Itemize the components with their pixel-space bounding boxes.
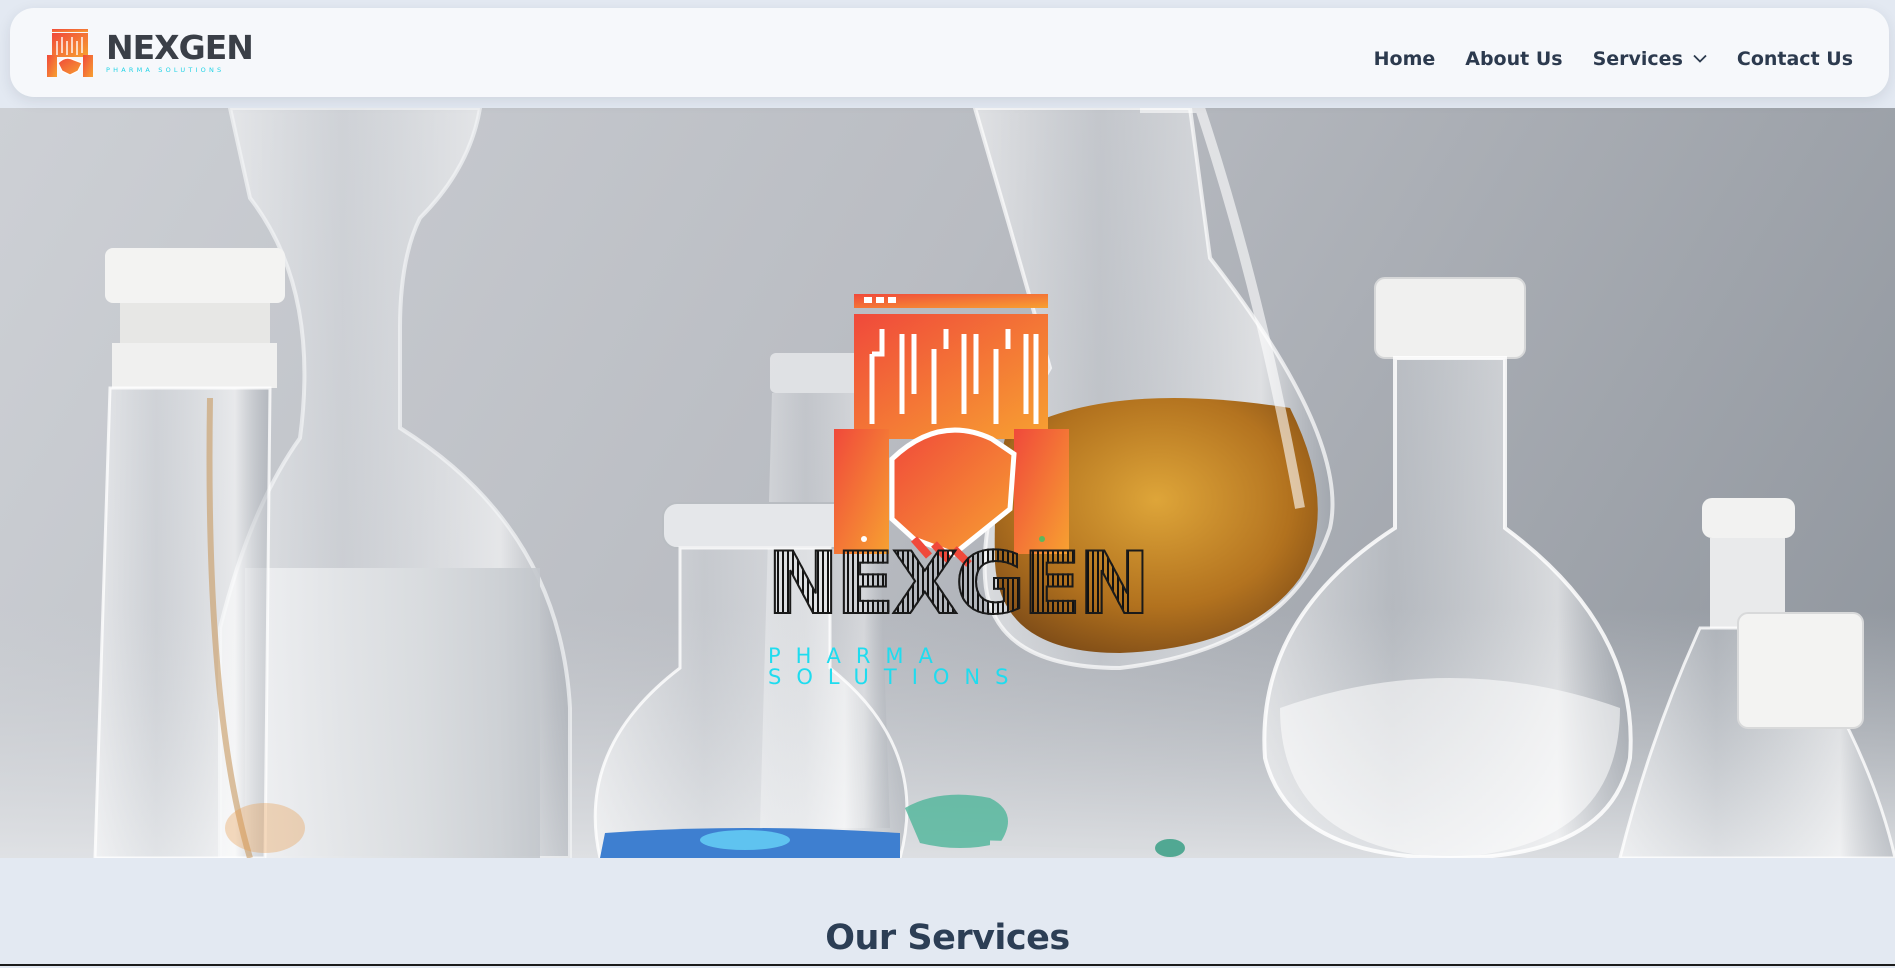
hero-brand-name: NEXGEN bbox=[766, 534, 1151, 634]
site-header: NEXGEN PHARMA SOLUTIONS Home About Us Se… bbox=[10, 8, 1889, 97]
lab-handshake-logo-icon bbox=[47, 28, 93, 77]
hero-banner: NEXGEN PHARMA SOLUTIONS bbox=[0, 108, 1895, 858]
nav-about-link[interactable]: About Us bbox=[1465, 48, 1562, 70]
nav-home-link[interactable]: Home bbox=[1374, 48, 1436, 70]
services-section-title: Our Services bbox=[825, 918, 1070, 958]
hero-brand-tagline: PHARMA SOLUTIONS bbox=[768, 644, 1024, 689]
main-nav: Home About Us Services Contact Us bbox=[1374, 48, 1853, 70]
brand-logo-link[interactable]: NEXGEN PHARMA SOLUTIONS bbox=[46, 27, 254, 79]
chevron-down-icon bbox=[1693, 54, 1707, 63]
nav-contact-label: Contact Us bbox=[1736, 47, 1853, 70]
nav-home-label: Home bbox=[1373, 47, 1436, 70]
section-divider bbox=[0, 964, 1895, 966]
nav-about-label: About Us bbox=[1465, 47, 1563, 70]
brand-name: NEXGEN bbox=[106, 28, 254, 68]
brand-tagline: PHARMA SOLUTIONS bbox=[106, 66, 225, 75]
nav-services-label: Services bbox=[1592, 47, 1683, 70]
nav-services-dropdown[interactable]: Services bbox=[1593, 48, 1707, 70]
nav-contact-link[interactable]: Contact Us bbox=[1737, 48, 1853, 70]
page: NEXGEN PHARMA SOLUTIONS Home About Us Se… bbox=[0, 0, 1895, 968]
